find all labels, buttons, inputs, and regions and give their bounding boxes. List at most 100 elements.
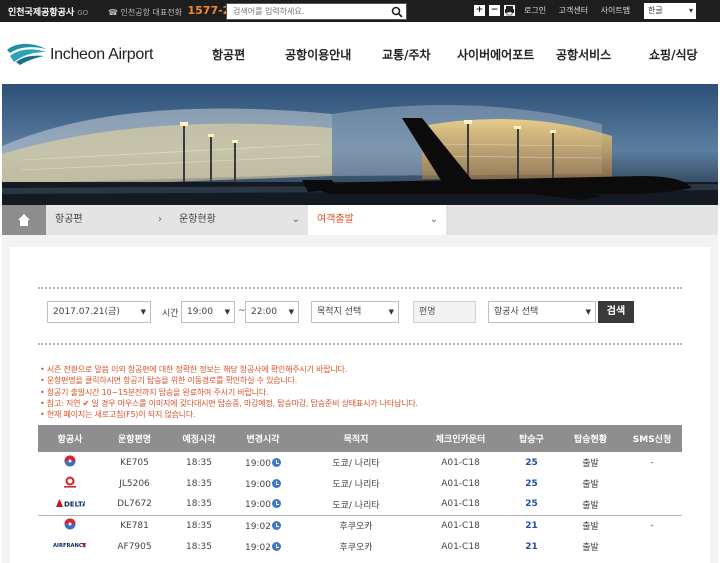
destination: 도쿄/ 나리타 [332, 480, 380, 490]
search-button[interactable]: 검색 [598, 301, 634, 323]
caret-down-icon: ▼ [388, 308, 394, 316]
clock-icon[interactable] [271, 499, 281, 509]
table-row: AIRFRANCE AF7905 18:35 19:02 후쿠오카 A01-C1… [38, 536, 682, 557]
top-utility-bar: 인천국제공항공사GO ☎ 인천공항 대표전화 1577-2600 + − 로그인… [0, 0, 720, 22]
gnb-airport-guide[interactable]: 공항이용안내 [285, 46, 351, 63]
gnb-flights[interactable]: 항공편 [212, 46, 245, 63]
boarding-status: 출발 [582, 522, 599, 533]
notice-item: • 운항편명을 클릭하시면 항공기 탑승을 위한 이동경로를 확인하실 수 있습… [40, 376, 298, 386]
chevron-down-icon: ▾ [688, 6, 693, 15]
search-icon[interactable] [391, 6, 403, 18]
changed-time: 19:02 [231, 515, 295, 536]
col-scheduled: 예정시각 [167, 425, 231, 452]
date-select[interactable]: 2017.07.21(금) ▼ [47, 301, 151, 323]
gnb-airport-service[interactable]: 공항서비스 [556, 46, 611, 63]
sms-request[interactable] [622, 536, 682, 557]
boarding-status: 출발 [559, 494, 622, 516]
changed-time-value: 19:02 [245, 542, 271, 553]
go-label: GO [77, 9, 89, 17]
jal-logo-icon [64, 476, 76, 488]
notice-list: • 시즌 전환으로 말씀 이외 항공편에 대한 정확한 정보는 해당 항공사에 … [40, 364, 680, 420]
destination: 후쿠오카 [339, 543, 373, 553]
logo-link[interactable]: Incheon Airport [6, 38, 166, 68]
time-to-value: 22:00 [251, 307, 277, 317]
scheduled-time: 18:35 [186, 478, 212, 489]
language-select[interactable]: 한글 ▾ [644, 3, 696, 19]
scheduled-time: 18:35 [186, 541, 212, 552]
caret-down-icon: ▼ [288, 308, 294, 316]
airline-logo: DELTA [38, 494, 102, 516]
zoom-out-button[interactable]: − [489, 5, 500, 16]
scheduled-time: 18:35 [186, 520, 212, 531]
breadcrumb-level3[interactable]: 여객출발 ⌄ [308, 205, 446, 235]
flight-number-link[interactable]: KE705 [102, 452, 167, 473]
clock-icon[interactable] [271, 541, 281, 551]
col-changed: 변경시각 [231, 425, 295, 452]
col-status: 탑승현황 [559, 425, 622, 452]
flight-number-link[interactable]: JL5206 [102, 473, 167, 494]
sms-request[interactable] [622, 494, 682, 516]
divider-bottom [38, 343, 682, 345]
flight-number-field[interactable]: 편명 [413, 301, 476, 323]
boarding-status: 출발 [582, 459, 599, 469]
sms-request[interactable]: - [622, 452, 682, 473]
login-link[interactable]: 로그인 [524, 6, 546, 15]
time-from-select[interactable]: 19:00 ▼ [181, 301, 235, 323]
gate: 25 [504, 494, 559, 516]
clock-icon[interactable] [271, 478, 281, 488]
svg-text:AIRFRANCE: AIRFRANCE [53, 543, 87, 549]
destination: 도쿄/ 나리타 [295, 494, 417, 516]
svg-text:DELTA: DELTA [64, 500, 85, 508]
checkin-counter: A01-C18 [417, 494, 504, 516]
checkin-counter: A01-C18 [441, 520, 480, 531]
clock-icon[interactable] [271, 457, 281, 467]
divider-top [38, 287, 682, 289]
print-icon [505, 6, 514, 16]
changed-time-value: 19:00 [245, 500, 271, 511]
caret-down-icon: ▼ [585, 308, 591, 316]
airline-logo [38, 473, 102, 494]
customer-center-link[interactable]: 고객센터 [559, 6, 588, 15]
changed-time: 19:00 [231, 452, 295, 473]
print-button[interactable] [504, 5, 515, 16]
clock-icon[interactable] [271, 520, 281, 530]
gnb-transport-parking[interactable]: 교통/주차 [382, 46, 431, 63]
home-button[interactable] [2, 205, 46, 235]
sitemap-link[interactable]: 사이트맵 [601, 6, 630, 15]
delta-logo-icon: DELTA [56, 498, 88, 508]
changed-time-value: 19:00 [245, 479, 271, 490]
flight-number-link[interactable]: DL7672 [102, 494, 167, 516]
corporation-link[interactable]: 인천국제공항공사 GO [8, 5, 88, 18]
destination: 후쿠오카 [339, 522, 373, 533]
checkin-counter: A01-C18 [441, 478, 480, 489]
breadcrumb-level2[interactable]: 운항현황 ⌄ [170, 205, 308, 235]
sms-request[interactable]: - [622, 515, 682, 536]
caret-down-icon: ▼ [140, 308, 146, 316]
table-row: KE705 18:35 19:00 도쿄/ 나리타 A01-C18 25 출발 … [38, 452, 682, 473]
flight-number-link[interactable]: AF7905 [102, 536, 167, 557]
gate: 21 [525, 520, 538, 531]
destination-value: 목적지 선택 [317, 307, 362, 317]
col-flight: 운항편명 [102, 425, 167, 452]
col-sms: SMS신청 [622, 425, 682, 452]
language-value: 한글 [648, 6, 663, 15]
flight-number-link[interactable]: KE781 [102, 515, 167, 536]
destination-select[interactable]: 목적지 선택 ▼ [311, 301, 399, 323]
air-france-logo-icon: AIRFRANCE [53, 543, 87, 549]
notice-item: • 현재 페이지는 새로고침(F5)이 되지 않습니다. [40, 410, 196, 420]
breadcrumb-level1[interactable]: 항공편 › [46, 205, 170, 235]
caret-down-icon: ▼ [224, 308, 230, 316]
airline-select[interactable]: 항공사 선택 ▼ [488, 301, 596, 323]
search-input[interactable] [227, 4, 377, 19]
sms-request[interactable] [622, 473, 682, 494]
checkin-counter: A01-C18 [441, 541, 480, 552]
gnb-shopping-dining[interactable]: 쇼핑/식당 [649, 46, 698, 63]
changed-time: 19:00 [231, 473, 295, 494]
gnb-cyber-airport[interactable]: 사이버에어포트 [457, 46, 534, 63]
phone-icon: ☎ [108, 8, 118, 17]
time-to-select[interactable]: 22:00 ▼ [245, 301, 299, 323]
table-row: KE781 18:35 19:02 후쿠오카 A01-C18 21 출발 - [38, 515, 682, 536]
flight-number-placeholder: 편명 [419, 307, 436, 317]
breadcrumb-level3-label: 여객출발 [317, 214, 354, 225]
zoom-in-button[interactable]: + [474, 5, 485, 16]
